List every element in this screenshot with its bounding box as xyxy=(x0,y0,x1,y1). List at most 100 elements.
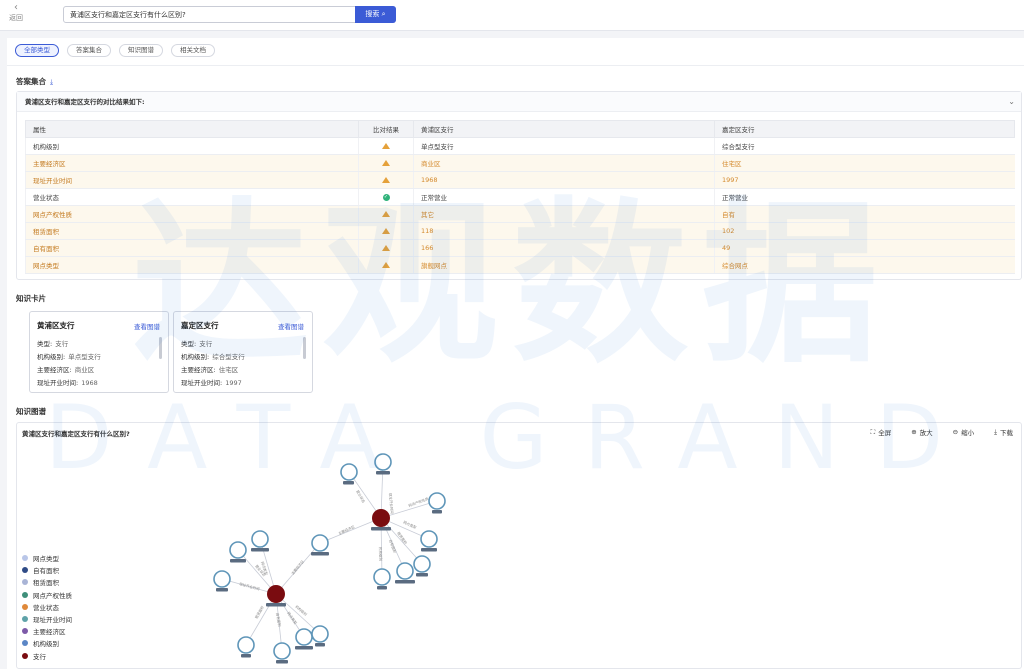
warning-icon xyxy=(382,262,390,268)
cell-result: ✓ xyxy=(358,188,414,206)
cell-result xyxy=(358,205,414,223)
svg-text:营业状态: 营业状态 xyxy=(355,489,367,504)
graph-canvas[interactable]: 现址开业时间 营业状态 网点产权性质 网点类型 租赁面积 自有面积 机构级别 主… xyxy=(17,423,1022,669)
search-button[interactable]: 搜索 ⌕ xyxy=(355,6,396,23)
view-graph-link[interactable]: 查看图谱 xyxy=(134,321,160,331)
legend-label: 现址开业时间 xyxy=(33,616,72,625)
chevron-down-icon[interactable]: ⌄ xyxy=(1008,92,1015,112)
knowledge-card-huangpu: 黄浦区支行 查看图谱 类型: 支行 机构级别: 单点型支行 主要经济区: 商业区 现址… xyxy=(29,311,169,393)
card-title: 黄浦区支行 xyxy=(37,321,75,330)
col-header-jiading: 嘉定区支行 xyxy=(714,120,1015,138)
cell-huangpu: 单点型支行 xyxy=(413,137,715,155)
cell-attr: 主要经济区 xyxy=(25,154,359,172)
download-icon[interactable]: ⤓ xyxy=(50,78,53,87)
search-button-label: 搜索 xyxy=(365,10,380,18)
card-scrollbar[interactable] xyxy=(303,337,306,359)
legend-item[interactable]: 支行 xyxy=(22,650,72,662)
back-label: 返回 xyxy=(9,14,23,22)
legend-label: 网点类型 xyxy=(33,555,59,564)
legend-dot xyxy=(22,640,28,647)
legend-item[interactable]: 营业状态 xyxy=(22,601,72,613)
back-button[interactable]: ‹ 返回 xyxy=(6,3,26,23)
svg-text:现址开业时间: 现址开业时间 xyxy=(239,581,261,591)
cell-attr: 网点类型 xyxy=(25,256,359,274)
col-header-huangpu: 黄浦区支行 xyxy=(413,120,715,138)
answer-section-label: 答案集合 xyxy=(16,77,46,86)
chevron-left-icon: ‹ xyxy=(14,2,18,13)
cell-jiading: 正常营业 xyxy=(714,188,1015,206)
search-icon: ⌕ xyxy=(381,10,386,18)
legend-item[interactable]: 网点类型 xyxy=(22,552,72,564)
svg-text:租赁面积: 租赁面积 xyxy=(396,531,408,546)
legend-label: 网点产权性质 xyxy=(33,591,72,600)
svg-text:自有面积: 自有面积 xyxy=(388,539,398,554)
cards-section-title: 知识卡片 xyxy=(16,294,46,303)
tab-related-docs[interactable]: 相关文档 xyxy=(171,44,215,57)
knowledge-card-jiading: 嘉定区支行 查看图谱 类型: 支行 机构级别: 综合型支行 主要经济区: 住宅区 现址… xyxy=(173,311,313,393)
answer-summary: 黄浦区支行和嘉定区支行的对比结果如下: xyxy=(25,98,145,106)
card-field-level: 机构级别: 综合型支行 xyxy=(181,353,245,361)
legend-item[interactable]: 机构级别 xyxy=(22,637,72,649)
card-title: 嘉定区支行 xyxy=(181,321,219,330)
legend-dot xyxy=(22,603,28,610)
table-row: 机构级别 单点型支行 综合型支行 xyxy=(25,137,1015,155)
warning-icon xyxy=(382,177,390,183)
graph-branch-nodes[interactable] xyxy=(267,509,390,603)
cell-attr: 现址开业时间 xyxy=(25,171,359,189)
table-row: 营业状态 ✓ 正常营业 正常营业 xyxy=(25,188,1015,206)
cell-result xyxy=(358,222,414,240)
card-field-level: 机构级别: 单点型支行 xyxy=(37,353,101,361)
cell-jiading: 1997 xyxy=(714,171,1015,189)
tab-knowledge-graph[interactable]: 知识图谱 xyxy=(119,44,163,57)
cell-huangpu: 商业区 xyxy=(413,154,715,172)
knowledge-graph-panel: 黄浦区支行和嘉定区支行有什么区别? ⛶ 全屏 ⊕ 放大 ⊖ 缩小 ⤓ 下载 现址… xyxy=(16,422,1022,669)
tab-answers[interactable]: 答案集合 xyxy=(67,44,111,57)
svg-text:自有面积: 自有面积 xyxy=(275,612,282,627)
cell-huangpu: 其它 xyxy=(413,205,715,223)
col-header-attr: 属性 xyxy=(25,120,359,138)
cell-huangpu: 166 xyxy=(413,239,715,257)
legend-dot xyxy=(22,591,28,598)
cell-result xyxy=(358,256,414,274)
card-scrollbar[interactable] xyxy=(159,337,162,359)
warning-icon xyxy=(382,160,390,166)
cell-result xyxy=(358,154,414,172)
warning-icon xyxy=(382,211,390,217)
table-row: 网点类型 旗舰网点 综合网点 xyxy=(25,256,1015,274)
legend-label: 自有面积 xyxy=(33,567,59,576)
comparison-table: 属性 比对结果 黄浦区支行 嘉定区支行 机构级别 单点型支行 综合型支行 主要经济区 商… xyxy=(25,120,1015,274)
table-row: 自有面积 166 49 xyxy=(25,239,1015,257)
cell-huangpu: 118 xyxy=(413,222,715,240)
tab-all-types[interactable]: 全部类型 xyxy=(15,44,59,57)
legend-item[interactable]: 租赁面积 xyxy=(22,576,72,588)
cell-jiading: 综合网点 xyxy=(714,256,1015,274)
svg-text:租赁面积: 租赁面积 xyxy=(254,604,266,619)
legend-item[interactable]: 主要经济区 xyxy=(22,625,72,637)
legend-label: 营业状态 xyxy=(33,603,59,612)
divider xyxy=(7,65,1024,66)
cell-result xyxy=(358,239,414,257)
legend-item[interactable]: 网点产权性质 xyxy=(22,589,72,601)
table-row: 主要经济区 商业区 住宅区 xyxy=(25,154,1015,172)
svg-text:现址开业时间: 现址开业时间 xyxy=(388,493,395,515)
card-field-opening: 现址开业时间: 1968 xyxy=(37,379,98,387)
view-graph-link[interactable]: 查看图谱 xyxy=(278,321,304,331)
warning-icon xyxy=(382,245,390,251)
legend-item[interactable]: 现址开业时间 xyxy=(22,613,72,625)
graph-nodes[interactable] xyxy=(213,453,446,660)
legend-item[interactable]: 自有面积 xyxy=(22,564,72,576)
search-input[interactable] xyxy=(64,7,356,22)
graph-edge-labels: 现址开业时间 营业状态 网点产权性质 网点类型 租赁面积 自有面积 机构级别 主… xyxy=(239,489,430,627)
table-header-row: 属性 比对结果 黄浦区支行 嘉定区支行 xyxy=(25,120,1015,138)
cell-huangpu: 1968 xyxy=(413,171,715,189)
table-row: 租赁面积 118 102 xyxy=(25,222,1015,240)
check-icon: ✓ xyxy=(382,193,390,201)
card-field-zone: 主要经济区: 商业区 xyxy=(37,366,95,374)
answer-summary-header[interactable]: 黄浦区支行和嘉定区支行的对比结果如下: ⌄ xyxy=(17,92,1021,112)
card-field-type: 类型: 支行 xyxy=(37,340,69,348)
svg-text:主要经济区: 主要经济区 xyxy=(290,559,305,576)
table-row: 现址开业时间 1968 1997 xyxy=(25,171,1015,189)
legend-dot xyxy=(22,652,28,659)
legend-dot xyxy=(22,579,28,586)
cell-huangpu: 旗舰网点 xyxy=(413,256,715,274)
